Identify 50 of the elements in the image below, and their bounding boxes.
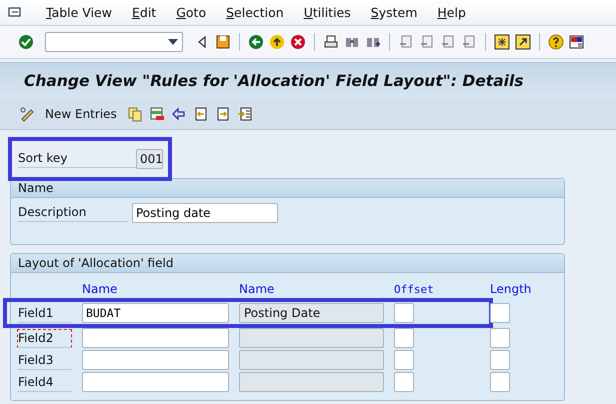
menu-item[interactable]: Goto: [166, 5, 216, 20]
next-entry-icon[interactable]: [214, 106, 231, 122]
menu-item[interactable]: Table View: [36, 5, 122, 20]
menu-item[interactable]: Utilities: [294, 5, 361, 20]
field-label: Field3: [17, 350, 72, 370]
menu-item[interactable]: Help: [427, 5, 476, 20]
name-field[interactable]: [82, 350, 229, 370]
length-field[interactable]: [490, 350, 510, 370]
length-field[interactable]: [490, 303, 510, 323]
column-header: Length: [490, 281, 532, 296]
field-label: Field4: [17, 372, 72, 392]
save-icon[interactable]: [215, 34, 231, 50]
field-label: Field2: [17, 328, 72, 348]
column-header: Name: [82, 281, 118, 296]
menu-item[interactable]: Selection: [216, 5, 294, 20]
dropdown-caret-icon[interactable]: [168, 39, 178, 45]
field-label: Field1: [17, 304, 72, 322]
length-field[interactable]: [490, 328, 510, 348]
offset-field[interactable]: [394, 328, 414, 348]
name-field[interactable]: [82, 328, 229, 348]
group-title: Name: [11, 179, 564, 198]
shortcut-icon[interactable]: [515, 34, 531, 50]
cancel-icon[interactable]: [290, 34, 306, 50]
back-icon[interactable]: [248, 34, 264, 50]
group-title: Layout of 'Allocation' field: [11, 254, 564, 273]
name-field[interactable]: BUDAT: [82, 303, 229, 323]
sort-key-field: 001: [136, 149, 163, 169]
checkmark-icon[interactable]: [18, 34, 34, 50]
menu-item[interactable]: Edit: [122, 5, 166, 20]
command-field[interactable]: [45, 32, 183, 52]
screen-title: Change View "Rules for 'Allocation' Field Layout": Details: [24, 72, 524, 90]
new-entries-button[interactable]: New Entries: [45, 106, 117, 120]
previous-entry-icon[interactable]: [192, 106, 209, 122]
undo-icon[interactable]: [170, 106, 187, 122]
layout-icon[interactable]: [569, 34, 585, 50]
description-field[interactable]: Posting date: [132, 203, 278, 223]
copy-icon[interactable]: [126, 106, 143, 122]
print-icon[interactable]: [323, 34, 339, 50]
menu-item[interactable]: System: [360, 5, 428, 20]
column-header: Name: [239, 281, 276, 296]
exit-icon[interactable]: [269, 34, 285, 50]
offset-field[interactable]: [394, 372, 414, 392]
name-field[interactable]: [82, 372, 229, 392]
column-header: Offset: [394, 282, 435, 296]
length-field[interactable]: [490, 372, 510, 392]
offset-field[interactable]: [394, 350, 414, 370]
offset-field[interactable]: [394, 303, 414, 323]
field-label: Description: [18, 204, 128, 222]
description-display: Posting Date: [239, 303, 384, 323]
help-icon[interactable]: [548, 34, 564, 50]
